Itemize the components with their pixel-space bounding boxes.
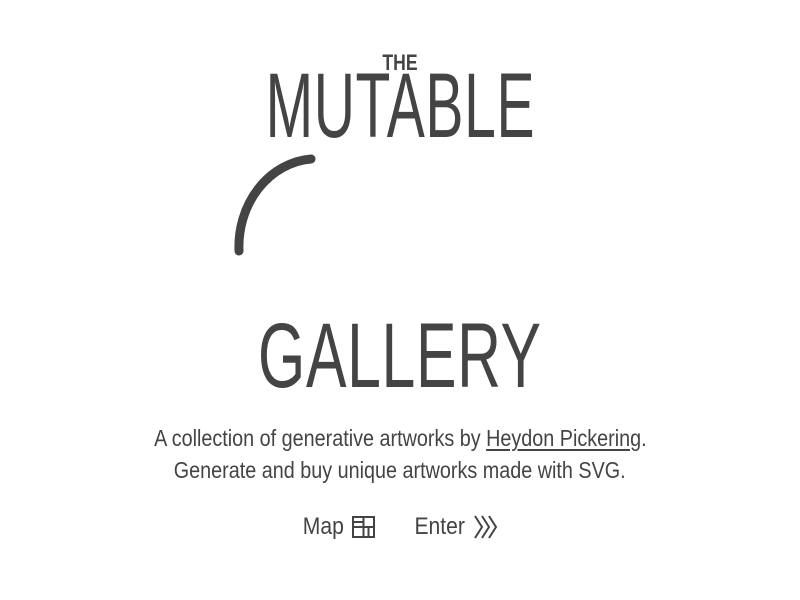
description-line-2: Generate and buy unique artworks made wi… [0, 455, 800, 485]
title-gallery: GALLERY [0, 306, 800, 406]
title-gallery-text: GALLERY [258, 305, 542, 407]
description-prefix: A collection of generative artworks by [153, 425, 486, 451]
map-link[interactable]: Map [300, 510, 377, 544]
map-grid-icon [351, 516, 375, 538]
main-nav: Map Enter [0, 510, 800, 544]
arc-stroke [234, 154, 316, 256]
map-label: Map [302, 513, 344, 540]
triple-chevron-right-icon [474, 515, 498, 539]
description-line-1-inner: A collection of generative artworks by H… [154, 423, 647, 453]
description-line-2-text: Generate and buy unique artworks made wi… [174, 457, 626, 483]
enter-link[interactable]: Enter [411, 510, 500, 544]
author-link[interactable]: Heydon Pickering [486, 425, 641, 451]
description-line-1: A collection of generative artworks by H… [0, 423, 800, 453]
enter-label: Enter [414, 513, 465, 540]
description-suffix: . [640, 425, 647, 451]
